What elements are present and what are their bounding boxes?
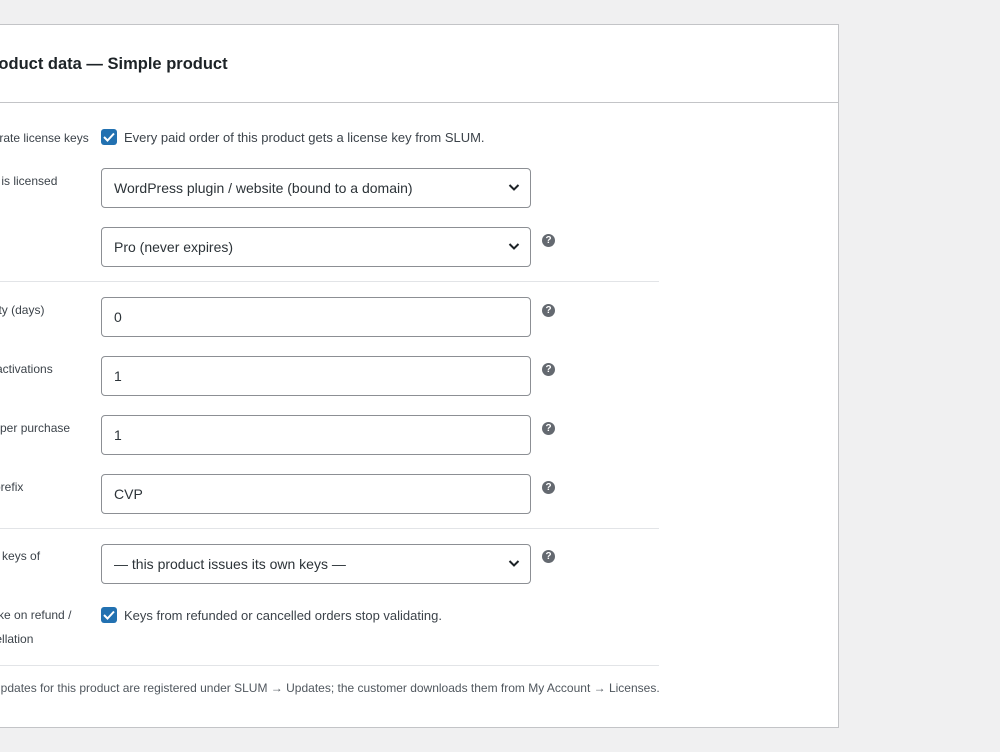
max-activations-label: Max activations: [0, 362, 53, 376]
revoke-on-refund-label: Revoke on refund / cancellation: [0, 603, 71, 651]
bundle-parent-label-line1: Issue keys of: [0, 549, 41, 563]
licensed-item-value: WordPress plugin / website (bound to a d…: [114, 180, 413, 196]
license-keys-checkbox[interactable]: [101, 129, 117, 145]
licensed-item-select[interactable]: WordPress plugin / website (bound to a d…: [101, 168, 531, 208]
max-activations-value: 1: [114, 368, 122, 384]
chevron-down-icon: [508, 560, 520, 567]
keys-per-purchase-label: Keys per purchase: [0, 421, 71, 435]
license-tier-select[interactable]: Pro (never expires): [101, 227, 531, 267]
validity-days-label: Validity (days): [0, 303, 45, 317]
bundle-parent-value: — this product issues its own keys —: [114, 556, 346, 572]
revoke-on-refund-label-line2: cancellation: [0, 632, 34, 646]
validity-days-input[interactable]: 0: [101, 297, 531, 337]
keys-per-purchase-value: 1: [114, 427, 122, 443]
keys-per-purchase-input[interactable]: 1: [101, 415, 531, 455]
checkmark-icon: [103, 610, 115, 620]
chevron-down-icon: [508, 184, 520, 191]
revoke-on-refund-description: Keys from refunded or cancelled orders s…: [124, 607, 442, 623]
section-divider: [0, 528, 659, 529]
revoke-on-refund-label-line1: Revoke on refund /: [0, 608, 72, 622]
revoke-on-refund-checkbox[interactable]: [101, 607, 117, 623]
question-circle-icon[interactable]: ?: [542, 422, 555, 435]
license-tier-value: Pro (never expires): [114, 239, 234, 255]
question-circle-icon[interactable]: ?: [542, 304, 555, 317]
revoke-on-refund-row: Keys from refunded or cancelled orders s…: [101, 607, 442, 623]
question-circle-icon[interactable]: ?: [542, 550, 555, 563]
updates-footnote: Updates for this product are registered …: [0, 681, 660, 695]
section-divider: [0, 281, 659, 282]
chevron-down-icon: [508, 243, 520, 250]
product-data-panel: Product data — Simple product Generate l…: [0, 24, 839, 728]
license-keys-label: Generate license keys: [0, 131, 89, 145]
key-prefix-label: Key prefix: [0, 480, 24, 494]
section-divider: [0, 665, 659, 666]
validity-days-value: 0: [114, 309, 122, 325]
licensed-item-label: What is licensed: [0, 174, 58, 188]
max-activations-input[interactable]: 1: [101, 356, 531, 396]
license-keys-description: Every paid order of this product gets a …: [124, 129, 485, 145]
license-keys-row: Every paid order of this product gets a …: [101, 129, 485, 145]
bundle-parent-label: Issue keys of: [0, 544, 40, 568]
checkmark-icon: [103, 132, 115, 142]
panel-header: Product data — Simple product: [0, 25, 838, 103]
key-prefix-value: CVP: [114, 486, 143, 502]
question-circle-icon[interactable]: ?: [542, 363, 555, 376]
panel-title: Product data — Simple product: [0, 55, 228, 73]
question-circle-icon[interactable]: ?: [542, 234, 555, 247]
question-circle-icon[interactable]: ?: [542, 481, 555, 494]
key-prefix-input[interactable]: CVP: [101, 474, 531, 514]
bundle-parent-select[interactable]: — this product issues its own keys —: [101, 544, 531, 584]
